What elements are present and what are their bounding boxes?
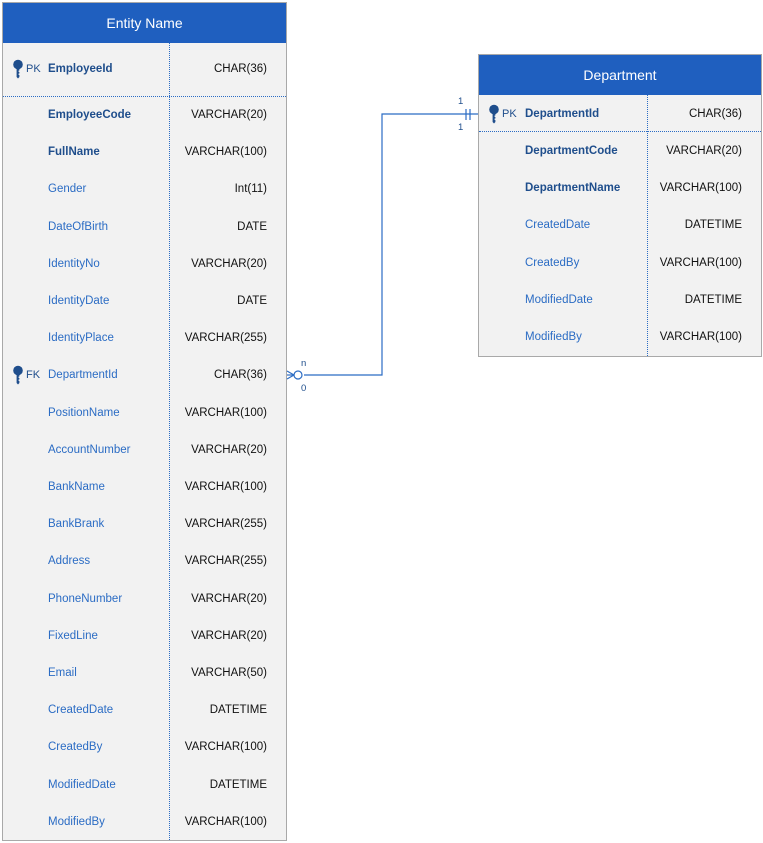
relationship-connector bbox=[286, 109, 478, 380]
department-cardinality-top: 1 bbox=[458, 96, 464, 107]
employee-cardinality-top: n bbox=[301, 358, 307, 369]
zero-circle bbox=[293, 370, 303, 380]
relationship-line bbox=[304, 113, 478, 376]
department-cardinality-bottom: 1 bbox=[458, 122, 464, 133]
employee-cardinality-bottom: 0 bbox=[301, 383, 307, 394]
